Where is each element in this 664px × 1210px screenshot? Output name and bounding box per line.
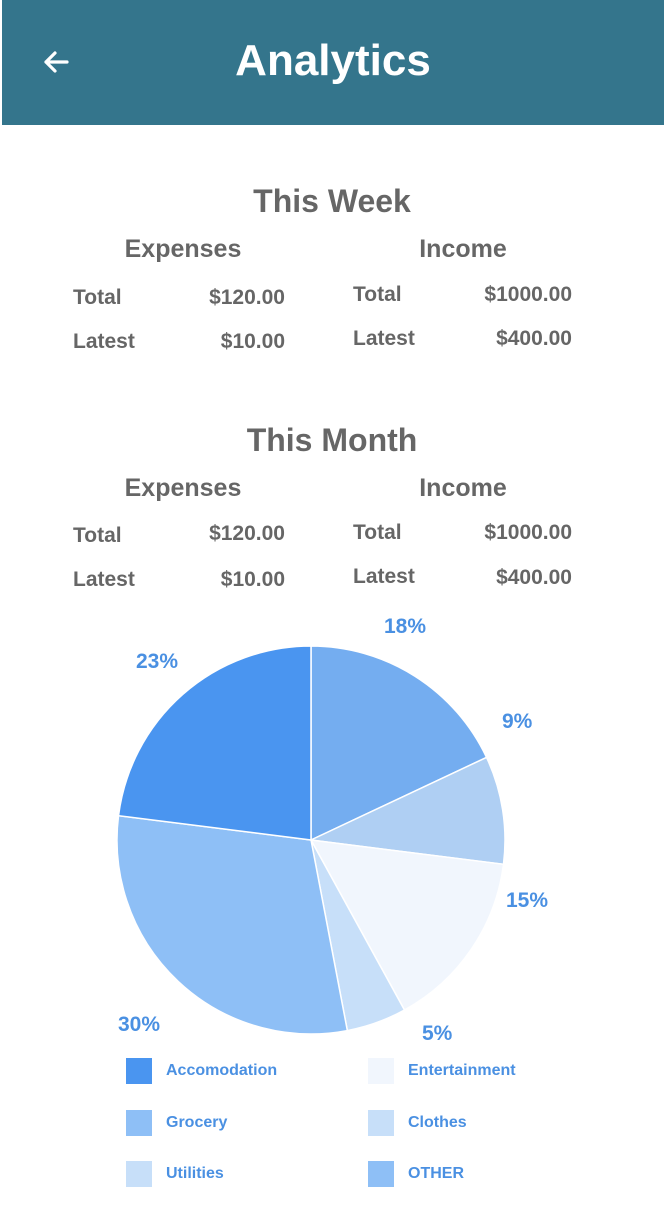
pie-slice-accomodation (117, 645, 312, 841)
legend-item-other: OTHER (368, 1159, 464, 1189)
legend-swatch (368, 1110, 394, 1136)
pie-pct-label: 30% (118, 1013, 161, 1036)
app-bar: Analytics (2, 0, 664, 125)
month-income-total-value: $1000.00 (484, 521, 572, 544)
pie-slice-clothes (308, 756, 506, 866)
week-income-latest-value: $400.00 (496, 327, 572, 350)
legend-item-clothes: Clothes (368, 1108, 467, 1138)
week-income-total-value: $1000.00 (484, 283, 572, 306)
month-expenses-latest-value: $10.00 (220, 568, 285, 591)
week-income-total-label: Total (353, 283, 402, 306)
legend-label: Grocery (166, 1114, 228, 1131)
pie-pct-label: 9% (502, 710, 533, 733)
pie-slice-utilities (310, 839, 406, 1032)
month-expenses-latest-label: Latest (73, 568, 135, 591)
legend-swatch (126, 1161, 152, 1187)
week-expenses-total-value: $120.00 (209, 286, 285, 309)
month-income-latest-label: Latest (353, 565, 415, 588)
legend-swatch (126, 1058, 152, 1084)
legend-swatch (368, 1161, 394, 1187)
month-section-title: This Month (246, 422, 418, 458)
legend-label: Entertainment (408, 1062, 516, 1079)
month-expenses-heading: Expenses (124, 474, 242, 502)
legend-swatch (368, 1058, 394, 1084)
week-income-heading: Income (419, 235, 507, 263)
week-expenses-total-label: Total (73, 286, 122, 309)
legend-item-utilities: Utilities (126, 1159, 224, 1189)
week-expenses-heading: Expenses (124, 235, 242, 263)
pie-pct-label: 5% (422, 1022, 453, 1045)
legend-label: Utilities (166, 1165, 224, 1182)
legend-label: Clothes (408, 1114, 467, 1131)
week-section-title: This Week (253, 183, 411, 219)
pie-pct-label: 23% (136, 650, 179, 673)
pie-slice-grocery (116, 814, 349, 1035)
legend-item-grocery: Grocery (126, 1108, 227, 1138)
legend-item-accomodation: Accomodation (126, 1056, 277, 1086)
week-expenses-latest-value: $10.00 (220, 330, 285, 353)
pie-pct-label: 15% (506, 889, 549, 912)
pie-pct-label: 18% (384, 615, 427, 638)
month-income-total-label: Total (353, 521, 402, 544)
month-expenses-total-label: Total (73, 524, 122, 547)
pie-slice-other (310, 645, 488, 842)
page-title: Analytics (235, 36, 431, 85)
legend-item-entertainment: Entertainment (368, 1056, 516, 1086)
legend-label: OTHER (408, 1165, 464, 1182)
week-expenses-latest-label: Latest (73, 330, 135, 353)
legend-swatch (126, 1110, 152, 1136)
month-expenses-total-value: $120.00 (209, 522, 285, 545)
pie-slice-entertainment (309, 839, 505, 1012)
month-income-heading: Income (419, 474, 507, 502)
month-income-latest-value: $400.00 (496, 566, 572, 589)
week-income-latest-label: Latest (353, 327, 415, 350)
legend-label: Accomodation (166, 1062, 278, 1079)
expense-pie-chart (116, 645, 506, 1035)
